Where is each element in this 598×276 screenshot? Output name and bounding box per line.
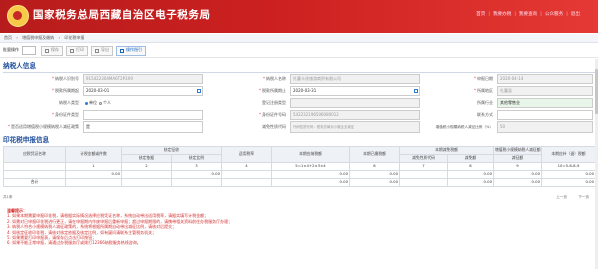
region-field[interactable]: 扎囊县 xyxy=(497,86,593,96)
nav-query[interactable]: 我要查询 xyxy=(519,12,537,18)
apply-date-label: * 申报日期 xyxy=(474,75,493,81)
col-header: 本期应补（退）税额 xyxy=(541,146,596,163)
col-subheader: 核定依据 xyxy=(121,154,172,163)
breadcrumb-vat[interactable]: 增值税申报及缴纳 xyxy=(22,35,54,40)
breadcrumb-current: 印花税申报 xyxy=(64,35,85,40)
batch-select[interactable] xyxy=(22,46,36,55)
apply-date-field[interactable]: 2020-04-14 xyxy=(497,74,593,84)
contact-label: 联系方式 xyxy=(477,111,493,117)
col-header: 本期减免税额 xyxy=(399,146,494,155)
col-header: 计税金额或件数 xyxy=(65,146,122,163)
export-icon xyxy=(95,48,99,53)
toolbar: 批量操作 保存 打印 导出 操作指引 xyxy=(0,44,598,58)
contact-field[interactable] xyxy=(497,110,593,120)
id-no-field[interactable]: 542232196506080012 xyxy=(290,110,420,120)
breadcrumb-home[interactable]: 首页 xyxy=(4,35,12,40)
site-title: 国家税务总局西藏自治区电子税务局 xyxy=(33,9,211,21)
form-row-3: 纳税人类型 单位 个人 登记注册类型 所属行业 其他零售业 xyxy=(3,98,595,108)
col-header: 适用税率 xyxy=(221,146,272,163)
taxpayer-type-radios: 单位 个人 xyxy=(83,98,203,108)
next-page-button[interactable]: 下一页 xyxy=(578,195,589,199)
col-header: 应税凭证名称 xyxy=(3,146,66,163)
table-row[interactable]: 0.00 0.00 0.00 0.00 0.00 0.00 0.00 xyxy=(3,170,596,179)
period-end-field[interactable]: 2020-03-31 xyxy=(290,86,420,96)
industry-label: 所属行业 xyxy=(477,99,493,105)
save-icon xyxy=(45,48,49,53)
tip-line: 6. 如果不能正常申报，请通过办税服务厅或拨打12366纳税服务热线咨询。 xyxy=(7,240,141,246)
small-ratio-label: 增值税小规模纳税人减征比例（%） xyxy=(435,124,493,129)
small-scale-label: * 是否适用增值税小规模纳税人减征政策 xyxy=(8,123,79,129)
taxpayer-name-label: * 纳税人名称 xyxy=(263,75,286,81)
stamp-tax-table: 应税凭证名称 计税金额或件数 核定征收 适用税率 本期应纳税额 本期已缴税额 本… xyxy=(3,146,596,187)
nav-home[interactable]: 首页 xyxy=(476,12,485,18)
small-ratio-field[interactable]: 50 xyxy=(497,121,593,133)
pager: 共1条 上一页 下一页 xyxy=(3,195,595,201)
reduction-nature-label: 减免性质代码 xyxy=(262,123,286,129)
col-header: 本期已缴税额 xyxy=(349,146,400,163)
batch-label: 批量操作 xyxy=(3,47,19,53)
taxpayer-name-field[interactable]: 扎囊卡孜旅游商贸有限公司 xyxy=(290,74,420,84)
col-header: 增值税小规模纳税人减征额 xyxy=(493,146,542,155)
form-row-2: * 税款所属期起 2020-03-01 * 税款所属期止 2020-03-31 * 所… xyxy=(3,86,595,96)
region-label: * 所属地区 xyxy=(474,87,493,93)
taxpayer-type-label: 纳税人类型 xyxy=(59,99,79,105)
form-row-1: * 纳税人识别号 915422304MA6T2P3X9 * 纳税人名称 扎囊卡孜旅游… xyxy=(3,74,595,84)
table-number-row: 1 2 3 4 5=1×4+2×3×4 6 7 8 9 10=5-6-8-9 xyxy=(3,162,596,171)
guide-icon xyxy=(120,48,124,53)
form-row-4: * 身份证件类型 * 身份证件号码 542232196506080012 联系方式 xyxy=(3,110,595,120)
radio-unit[interactable] xyxy=(85,101,88,105)
calendar-icon[interactable] xyxy=(414,89,418,93)
nav-tax-handling[interactable]: 我要办税 xyxy=(493,12,511,18)
nav-public-service[interactable]: 公众服务 xyxy=(545,12,563,18)
print-button[interactable]: 打印 xyxy=(66,45,88,56)
id-no-label: * 身份证件号码 xyxy=(259,111,286,117)
col-subheader: 减免额 xyxy=(447,154,494,163)
tips-panel: 温馨提示： 1. 如果本期需要申报印花税，请根据实际情况选择应税凭证名称，系统自… xyxy=(3,206,595,270)
col-header: 本期应纳税额 xyxy=(271,146,350,163)
small-scale-select[interactable]: 是 xyxy=(83,121,203,133)
table-total-row: 合计 0.00 0.00 0.00 0.00 0.00 xyxy=(3,178,596,187)
calendar-icon[interactable] xyxy=(197,89,201,93)
prev-page-button[interactable]: 上一页 xyxy=(556,195,567,199)
print-icon xyxy=(70,48,74,53)
period-end-label: * 税款所属期止 xyxy=(259,87,286,93)
nav-logout[interactable]: 退出 xyxy=(571,12,580,18)
col-subheader: 核定比例 xyxy=(171,154,222,163)
industry-field[interactable]: 其他零售业 xyxy=(497,98,593,108)
reduction-nature-field[interactable]: 代码性质代码：税务总局对小微企业减征 xyxy=(290,121,420,133)
top-nav: 首页 | 我要办税 | 我要查询 | 公众服务 | 退出 xyxy=(476,12,580,18)
period-start-field[interactable]: 2020-03-01 xyxy=(83,86,203,96)
guide-button[interactable]: 操作指引 xyxy=(116,45,146,56)
id-type-label: * 身份证件类型 xyxy=(52,111,79,117)
period-start-label: * 税款所属期起 xyxy=(52,87,79,93)
radio-individual[interactable] xyxy=(99,101,102,105)
pager-count: 共1条 xyxy=(3,195,13,199)
id-type-select[interactable] xyxy=(83,110,203,120)
reg-type-label: 登记注册类型 xyxy=(262,99,286,105)
reg-type-field[interactable] xyxy=(290,98,420,108)
taxpayer-id-label: * 纳税人识别号 xyxy=(52,75,79,81)
form-row-5: * 是否适用增值税小规模纳税人减征政策 是 减免性质代码 代码性质代码：税务总局对… xyxy=(3,120,595,134)
breadcrumb: 首页 › 增值税申报及缴纳 › 印花税申报 xyxy=(0,34,598,43)
taxpayer-section-title: 纳税人信息 xyxy=(3,62,595,73)
export-button[interactable]: 导出 xyxy=(91,45,113,56)
col-header: 核定征收 xyxy=(121,146,222,155)
taxpayer-id-field[interactable]: 915422304MA6T2P3X9 xyxy=(83,74,203,84)
header-banner: 国家税务总局西藏自治区电子税务局 首页 | 我要办税 | 我要查询 | 公众服务 | 退… xyxy=(0,0,598,33)
table-header-row: 应税凭证名称 计税金额或件数 核定征收 适用税率 本期应纳税额 本期已缴税额 本… xyxy=(3,146,596,163)
save-button[interactable]: 保存 xyxy=(41,45,63,56)
col-subheader: 减征额 xyxy=(493,154,542,163)
tax-emblem-logo xyxy=(7,5,29,27)
col-subheader: 减免性质代码 xyxy=(399,154,448,163)
